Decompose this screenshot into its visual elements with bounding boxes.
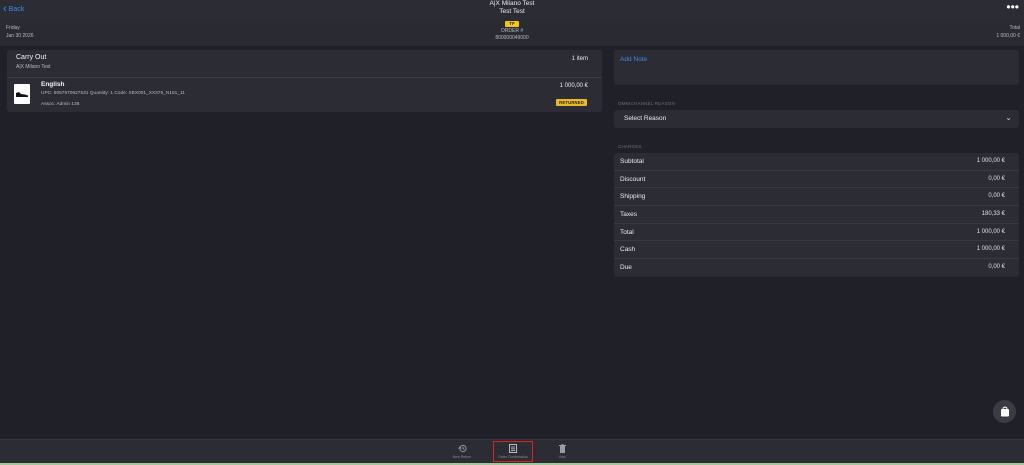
charge-row-subtotal: Subtotal 1 000,00 € <box>614 153 1019 171</box>
charge-label: Discount <box>620 175 646 183</box>
reason-select[interactable]: Select Reason ⌄ <box>614 110 1019 128</box>
total-value: 1 000,00 € <box>996 32 1020 39</box>
product-price: 1 000,00 € <box>559 83 588 89</box>
fulfillment-title: Carry Out <box>16 54 47 61</box>
header-total: Total 1 000,00 € <box>996 25 1020 40</box>
product-thumbnail[interactable] <box>14 84 30 104</box>
status-badge: RETURNED <box>556 99 587 106</box>
shoe-icon <box>16 92 28 97</box>
add-note-link[interactable]: Add Note <box>620 56 647 63</box>
trash-icon <box>558 443 566 453</box>
charge-value: 1 000,00 € <box>976 228 1005 235</box>
window-title: A|X Milano Test Test Test <box>412 0 612 16</box>
chevron-left-icon: ‹ <box>3 3 7 15</box>
charge-value: 0,00 € <box>988 193 1005 200</box>
customer-name: Test Test <box>499 8 525 15</box>
tab-label: Void <box>558 455 566 459</box>
reason-section-label: OMNICHANNEL REASON <box>618 101 675 106</box>
charge-label: Taxes <box>620 211 637 219</box>
store-name: A|X Milano Test <box>489 0 535 7</box>
order-date: Friday Jan 30 2026 <box>6 25 34 40</box>
charge-row-taxes: Taxes 180,33 € <box>614 206 1019 224</box>
charge-value: 1 000,00 € <box>976 158 1005 164</box>
charge-value: 0,00 € <box>988 175 1005 182</box>
carry-out-card: Carry Out A|X Milano Test 1 item English… <box>7 50 602 112</box>
charge-value: 0,00 € <box>988 264 1005 271</box>
shopping-bag-button[interactable] <box>993 400 1016 423</box>
order-number: 800000049000 <box>495 34 529 41</box>
charge-row-total: Total 1 000,00 € <box>614 224 1019 242</box>
product-associate: Assoc: Admin 136 <box>41 102 80 107</box>
total-label: Total <box>1009 25 1020 31</box>
charge-value: 180,33 € <box>981 211 1005 218</box>
item-count: 1 item <box>571 56 588 62</box>
tab-label: New Return <box>452 455 472 459</box>
tab-void[interactable]: Void <box>547 443 577 459</box>
charges-table: Subtotal 1 000,00 € Discount 0,00 € Ship… <box>614 153 1019 277</box>
back-label: Back <box>8 5 25 13</box>
order-id-block: TF ORDER # 800000049000 <box>462 21 562 41</box>
fulfillment-store: A|X Milano Test <box>16 64 51 70</box>
divider <box>7 77 602 78</box>
note-box[interactable]: Add Note <box>614 50 1019 85</box>
back-button[interactable]: ‹ Back <box>3 3 24 15</box>
charges-section-label: CHARGES <box>618 144 642 149</box>
more-options-icon[interactable]: ••• <box>1006 1 1019 13</box>
charge-label: Cash <box>620 246 636 254</box>
order-type-badge: TF <box>505 21 519 27</box>
selection-highlight <box>493 441 533 462</box>
charge-label: Total <box>620 228 634 236</box>
charge-label: Due <box>620 264 632 272</box>
product-detail: UPC: 8057970627531 Quantity: 1 Code: XBX… <box>41 91 185 96</box>
charge-row-due: Due 0,00 € <box>614 259 1019 277</box>
charge-row-shipping: Shipping 0,00 € <box>614 188 1019 207</box>
shopping-bag-icon <box>1000 406 1009 417</box>
chevron-down-icon: ⌄ <box>1005 113 1012 122</box>
charge-value: 1 000,00 € <box>976 246 1005 253</box>
top-bar: ‹ Back A|X Milano Test Test Test ••• <box>0 0 1024 20</box>
charge-row-cash: Cash 1 000,00 € <box>614 241 1019 260</box>
order-summary-header: Friday Jan 30 2026 TF ORDER # 8000000490… <box>0 20 1024 46</box>
tab-new-return[interactable]: New Return <box>447 443 477 459</box>
charge-row-discount: Discount 0,00 € <box>614 171 1019 189</box>
order-date-value: Jan 30 2026 <box>6 32 34 39</box>
charge-label: Subtotal <box>620 158 644 165</box>
reason-placeholder: Select Reason <box>624 115 667 122</box>
product-name[interactable]: English <box>41 81 64 88</box>
charge-label: Shipping <box>620 193 646 201</box>
history-icon <box>457 444 467 452</box>
order-day: Friday <box>6 25 20 31</box>
